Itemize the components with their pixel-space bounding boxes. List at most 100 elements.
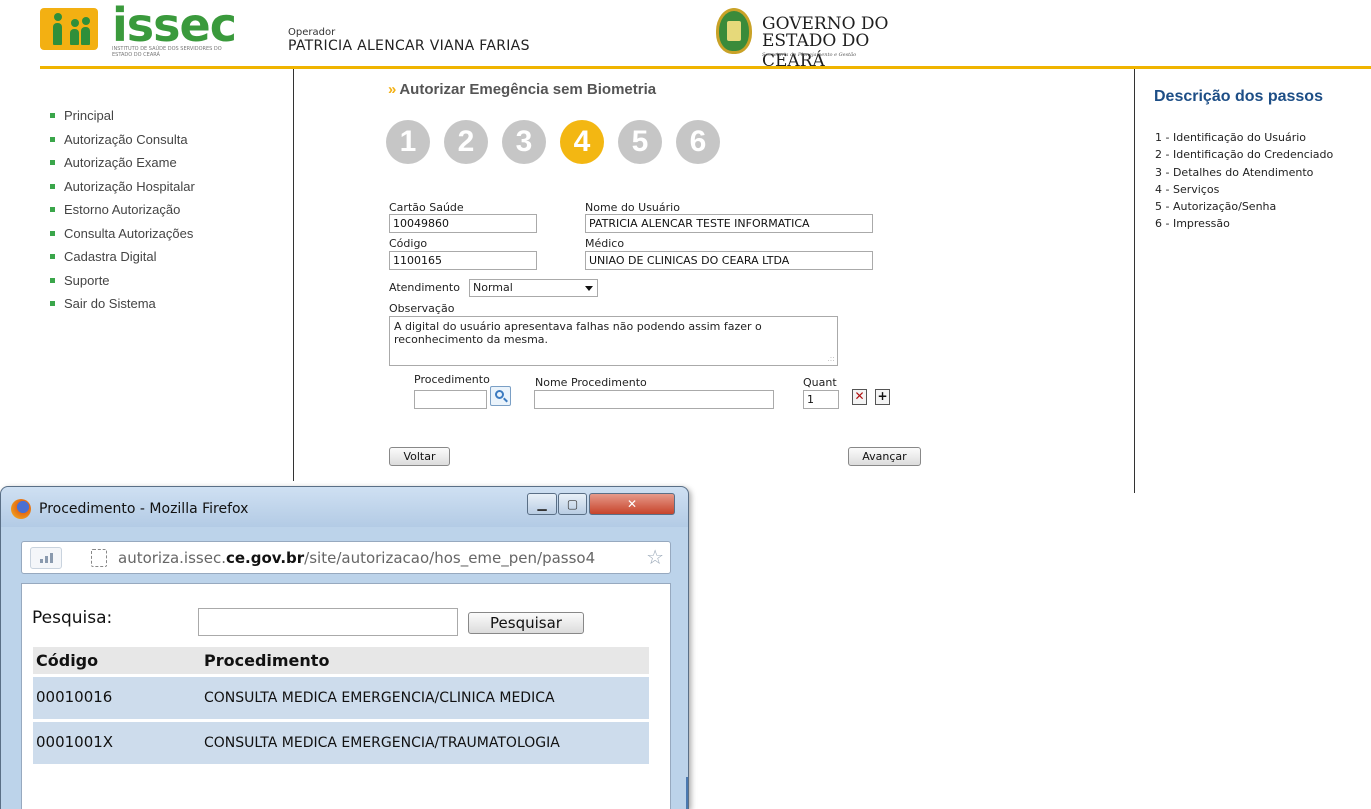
steps-panel-title: Descrição dos passos xyxy=(1154,88,1323,105)
window-titlebar[interactable]: Procedimento - Mozilla Firefox ▁ ▢ ✕ xyxy=(1,487,688,527)
right-column-divider xyxy=(1134,69,1135,493)
table-row[interactable]: 00010016 CONSULTA MEDICA EMERGENCIA/CLIN… xyxy=(33,677,649,719)
resize-grip-icon[interactable]: .:: xyxy=(827,354,835,364)
observacao-label: Observação xyxy=(389,302,455,315)
close-button[interactable]: ✕ xyxy=(589,493,675,515)
signal-bar xyxy=(45,556,48,563)
operator-name: PATRICIA ALENCAR VIANA FARIAS xyxy=(288,38,530,54)
step-indicator: 1 2 3 4 5 6 xyxy=(386,120,726,166)
minimize-button[interactable]: ▁ xyxy=(527,493,557,515)
observacao-textarea[interactable]: A digital do usuário apresentava falhas … xyxy=(389,316,838,366)
bullet-icon xyxy=(50,254,55,259)
sidebar-item-autorizacao-hospitalar[interactable]: Autorização Hospitalar xyxy=(50,178,286,203)
row-procedure[interactable]: CONSULTA MEDICA EMERGENCIA/TRAUMATOLOGIA xyxy=(201,722,649,764)
sidebar-item-label: Autorização Consulta xyxy=(64,131,188,147)
address-bar[interactable]: autoriza.issec.ce.gov.br/site/autorizaca… xyxy=(21,541,671,574)
column-header-codigo: Código xyxy=(33,647,201,674)
search-procedure-button[interactable] xyxy=(490,386,511,406)
nome-procedimento-field[interactable] xyxy=(534,390,774,409)
issec-logo[interactable]: issec INSTITUTO DE SAÚDE DOS SERVIDORES … xyxy=(40,2,240,58)
window-title: Procedimento - Mozilla Firefox xyxy=(39,501,249,517)
cartao-field[interactable]: 10049860 xyxy=(389,214,537,233)
nome-usuario-label: Nome do Usuário xyxy=(585,201,680,214)
signal-bar xyxy=(40,559,43,563)
search-button[interactable]: Pesquisar xyxy=(468,612,584,634)
family-icon xyxy=(40,8,98,50)
nome-usuario-field[interactable]: PATRICIA ALENCAR TESTE INFORMATICA xyxy=(585,214,873,233)
medico-field[interactable]: UNIAO DE CLINICAS DO CEARA LTDA xyxy=(585,251,873,270)
row-code[interactable]: 00010016 xyxy=(33,677,201,719)
logo-wordmark: issec xyxy=(112,0,237,52)
codigo-field[interactable]: 1100165 xyxy=(389,251,537,270)
firefox-icon xyxy=(11,499,31,519)
procedimento-field[interactable] xyxy=(414,390,487,409)
remove-row-button[interactable]: ✕ xyxy=(852,389,867,405)
sidebar-nav: Principal Autorização Consulta Autorizaç… xyxy=(50,108,286,320)
bullet-icon xyxy=(50,183,55,189)
sidebar-item-consulta-autorizacoes[interactable]: Consulta Autorizações xyxy=(50,226,286,250)
atendimento-value: Normal xyxy=(473,281,513,294)
bullet-icon xyxy=(50,301,55,306)
step-description: 3 - Detalhes do Atendimento xyxy=(1155,165,1314,179)
row-code[interactable]: 0001001X xyxy=(33,722,201,764)
step-description: 6 - Impressão xyxy=(1155,217,1230,231)
maximize-button[interactable]: ▢ xyxy=(558,493,587,515)
signal-bar xyxy=(50,553,53,563)
sidebar-item-estorno[interactable]: Estorno Autorização xyxy=(50,202,286,226)
row-procedure[interactable]: CONSULTA MEDICA EMERGENCIA/CLINICA MEDIC… xyxy=(201,677,649,719)
sidebar-item-suporte[interactable]: Suporte xyxy=(50,272,286,297)
bullet-icon xyxy=(50,277,55,283)
sidebar-item-label: Suporte xyxy=(64,272,110,288)
gov-line3: Secretaria do Planejamento e Gestão xyxy=(762,52,857,58)
procedure-popup-window[interactable]: Procedimento - Mozilla Firefox ▁ ▢ ✕ aut… xyxy=(0,486,689,809)
operator-info: Operador PATRICIA ALENCAR VIANA FARIAS xyxy=(288,27,530,54)
back-button[interactable]: Voltar xyxy=(389,447,450,466)
logo-subtitle: INSTITUTO DE SAÚDE DOS SERVIDORES DO EST… xyxy=(112,46,222,58)
quant-label: Quant xyxy=(803,376,837,389)
step-6: 6 xyxy=(676,120,720,164)
sidebar-item-label: Autorização Hospitalar xyxy=(64,178,195,194)
left-column-divider xyxy=(293,69,294,481)
table-header-row: Código Procedimento xyxy=(33,647,649,674)
nome-procedimento-label: Nome Procedimento xyxy=(535,376,647,389)
table-row[interactable]: 0001001X CONSULTA MEDICA EMERGENCIA/TRAU… xyxy=(33,722,649,764)
sidebar-item-autorizacao-consulta[interactable]: Autorização Consulta xyxy=(50,131,286,156)
step-2: 2 xyxy=(444,120,488,164)
step-3: 3 xyxy=(502,120,546,164)
add-row-button[interactable]: + xyxy=(875,389,890,405)
bullet-icon xyxy=(50,230,55,236)
sidebar-item-label: Autorização Exame xyxy=(64,155,177,170)
sidebar-item-principal[interactable]: Principal xyxy=(50,108,286,132)
remove-icon: ✕ xyxy=(854,389,865,403)
url-text[interactable]: autoriza.issec.ce.gov.br/site/autorizaca… xyxy=(118,549,595,567)
step-description: 2 - Identificação do Credenciado xyxy=(1155,148,1334,162)
sidebar-item-label: Sair do Sistema xyxy=(64,296,156,311)
state-seal-icon xyxy=(716,8,752,54)
sidebar-item-cadastra-digital[interactable]: Cadastra Digital xyxy=(50,249,286,273)
search-icon-handle xyxy=(503,397,508,403)
page-title: » Autorizar Emegência sem Biometria xyxy=(388,81,656,98)
sidebar-item-label: Cadastra Digital xyxy=(64,249,157,264)
steps-description-list: 1 - Identificação do Usuário 2 - Identif… xyxy=(1155,131,1333,235)
sidebar-item-sair[interactable]: Sair do Sistema xyxy=(50,296,286,320)
maximize-icon: ▢ xyxy=(566,497,579,511)
atendimento-select[interactable]: Normal xyxy=(469,279,598,297)
bookmark-star-icon[interactable]: ☆ xyxy=(646,545,664,569)
medico-label: Médico xyxy=(585,237,625,250)
popup-content: Pesquisa: Pesquisar Código Procedimento … xyxy=(21,583,671,809)
minimize-icon: ▁ xyxy=(537,497,547,511)
url-prefix: autoriza.issec. xyxy=(118,549,226,567)
sidebar-item-label: Estorno Autorização xyxy=(64,202,181,217)
results-table: Código Procedimento 00010016 CONSULTA ME… xyxy=(33,644,649,767)
plus-icon: + xyxy=(877,389,888,403)
signal-icon[interactable] xyxy=(30,547,62,569)
operator-label: Operador xyxy=(288,27,336,38)
next-button[interactable]: Avançar xyxy=(848,447,921,466)
quant-field[interactable]: 1 xyxy=(803,390,839,409)
url-path: /site/autorizacao/hos_eme_pen/passo4 xyxy=(304,549,596,567)
gov-line2: ESTADO DO CEARÁ xyxy=(762,31,870,71)
step-description: 1 - Identificação do Usuário xyxy=(1155,131,1307,144)
search-input[interactable] xyxy=(198,608,458,636)
sidebar-item-autorizacao-exame[interactable]: Autorização Exame xyxy=(50,155,286,179)
sidebar-item-label: Principal xyxy=(64,108,114,123)
